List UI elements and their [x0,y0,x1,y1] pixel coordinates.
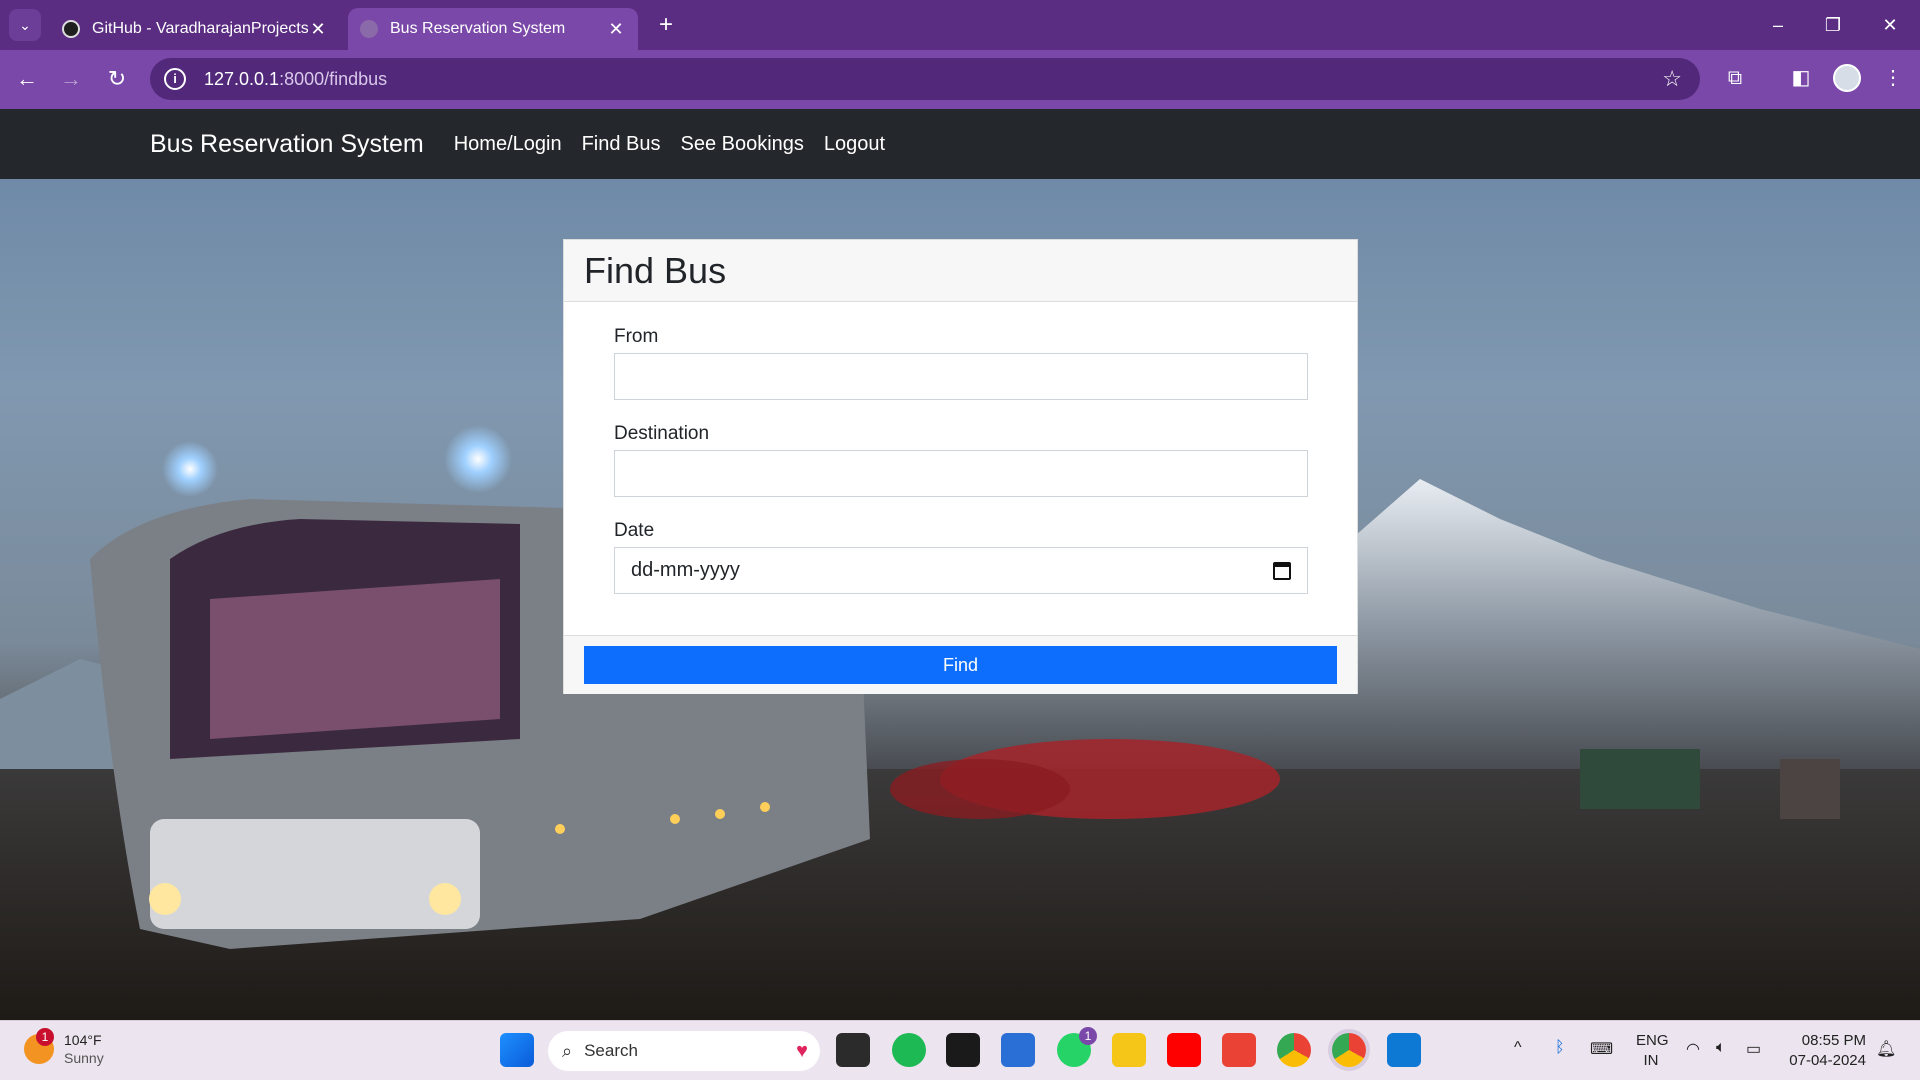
site-navbar: Bus Reservation System Home/Login Find B… [0,109,1920,179]
nav-see-bookings[interactable]: See Bookings [681,133,804,156]
date-label: Date [614,520,655,541]
terminal-icon[interactable] [946,1033,980,1067]
search-icon: ⌕ [562,1040,573,1061]
reload-icon[interactable]: ↻ [102,64,132,94]
close-window-button[interactable]: ✕ [1870,10,1910,40]
side-panel-icon[interactable]: ◧ [1786,63,1816,93]
weather-widget[interactable]: 1 104°F Sunny [24,1028,104,1067]
date-input[interactable]: dd-mm-yyyy [614,547,1308,594]
search-highlight-icon: ♥ [796,1039,808,1062]
battery-icon[interactable]: ▭ [1746,1039,1761,1059]
language-code: ENG [1636,1032,1669,1049]
file-explorer-icon[interactable] [1112,1033,1146,1067]
new-tab-button[interactable]: + [652,12,680,40]
calendar-icon[interactable] [1273,561,1291,580]
close-tab-icon[interactable]: ✕ [308,19,328,40]
whatsapp-badge: 1 [1079,1027,1097,1045]
url-path: :8000/findbus [279,68,388,89]
chrome-active-icon[interactable] [1332,1033,1366,1067]
tab-github[interactable]: GitHub - VaradharajanProjects/ ✕ [50,8,340,50]
url-text[interactable]: 127.0.0.1:8000/findbus [204,69,387,90]
nav-logout[interactable]: Logout [824,133,885,156]
wifi-icon[interactable]: ◠ [1686,1039,1700,1059]
clock-date: 07-04-2024 [1789,1052,1866,1069]
bluetooth-icon[interactable]: ᛒ [1555,1039,1565,1057]
profile-avatar[interactable] [1833,64,1861,92]
minimize-button[interactable]: – [1758,10,1798,40]
vscode-icon[interactable] [1387,1033,1421,1067]
sun-icon: 1 [24,1028,54,1064]
page-title: Find Bus [584,249,727,291]
destination-input[interactable] [614,450,1308,497]
back-arrow-icon[interactable]: ← [12,64,42,94]
find-button[interactable]: Find [584,646,1337,684]
region-code: IN [1643,1052,1659,1069]
forward-arrow-icon[interactable]: → [56,64,86,94]
from-input[interactable] [614,353,1308,400]
notification-bell-icon[interactable]: 🔔︎ [1876,1039,1896,1059]
destination-label: Destination [614,423,710,444]
browser-tabstrip: ⌄ GitHub - VaradharajanProjects/ ✕ Bus R… [0,0,1920,50]
extensions-puzzle-icon[interactable]: ⧉ [1720,63,1750,93]
menu-kebab-icon[interactable]: ⋮ [1878,63,1908,93]
nav-home-login[interactable]: Home/Login [454,133,562,156]
bookmark-star-icon[interactable]: ☆ [1662,66,1682,92]
browser-toolbar: ← → ↻ i 127.0.0.1:8000/findbus ☆ ⧉ ◧ ⋮ [0,50,1920,109]
url-host: 127.0.0.1 [204,68,280,89]
taskbar-search[interactable]: ⌕ Search ♥ [548,1031,820,1071]
windows-start-icon[interactable] [500,1033,534,1067]
address-bar[interactable]: i 127.0.0.1:8000/findbus ☆ [150,58,1700,100]
card-header: Find Bus [564,240,1357,302]
site-brand[interactable]: Bus Reservation System [150,130,424,159]
gmail-icon[interactable] [1222,1033,1256,1067]
card-footer: Find [564,635,1357,694]
globe-icon [360,20,378,38]
nav-find-bus[interactable]: Find Bus [582,133,661,156]
task-view-icon[interactable] [836,1033,870,1067]
clock[interactable]: 08:55 PM 07-04-2024 [1776,1031,1866,1071]
whatsapp-icon[interactable]: 1 [1057,1027,1097,1067]
tab-title: Bus Reservation System [390,20,566,37]
youtube-icon[interactable] [1167,1033,1201,1067]
weather-text: 104°F Sunny [64,1031,104,1067]
weather-condition: Sunny [64,1050,104,1066]
taskbar: 1 104°F Sunny ⌕ Search ♥ 1 ^ ᛒ ⌨ ENG IN … [0,1020,1920,1080]
volume-icon[interactable]: 🔈︎ [1716,1039,1726,1057]
github-icon [62,20,80,38]
weather-badge: 1 [36,1028,54,1046]
find-bus-card: Find Bus From Destination Date dd-mm-yyy… [563,239,1358,694]
tab-bus-reservation[interactable]: Bus Reservation System ✕ [348,8,638,50]
tab-title: GitHub - VaradharajanProjects/ [92,20,308,37]
keyboard-icon[interactable]: ⌨ [1590,1039,1613,1059]
restore-button[interactable]: ❐ [1813,10,1853,40]
hero-background: Find Bus From Destination Date dd-mm-yyy… [0,179,1920,1020]
from-label: From [614,326,659,347]
microsoft-store-icon[interactable] [1001,1033,1035,1067]
weather-temp: 104°F [64,1032,102,1048]
search-label: Search [584,1041,638,1060]
chevron-up-icon[interactable]: ^ [1514,1039,1522,1057]
spotify-icon[interactable] [892,1033,926,1067]
tab-search-chevron-icon[interactable]: ⌄ [9,9,41,41]
chrome-icon[interactable] [1277,1033,1311,1067]
date-placeholder: dd-mm-yyyy [631,559,740,581]
clock-time: 08:55 PM [1801,1032,1866,1049]
close-tab-icon[interactable]: ✕ [606,19,626,40]
language-indicator[interactable]: ENG IN [1636,1031,1669,1071]
site-info-icon[interactable]: i [164,68,186,90]
